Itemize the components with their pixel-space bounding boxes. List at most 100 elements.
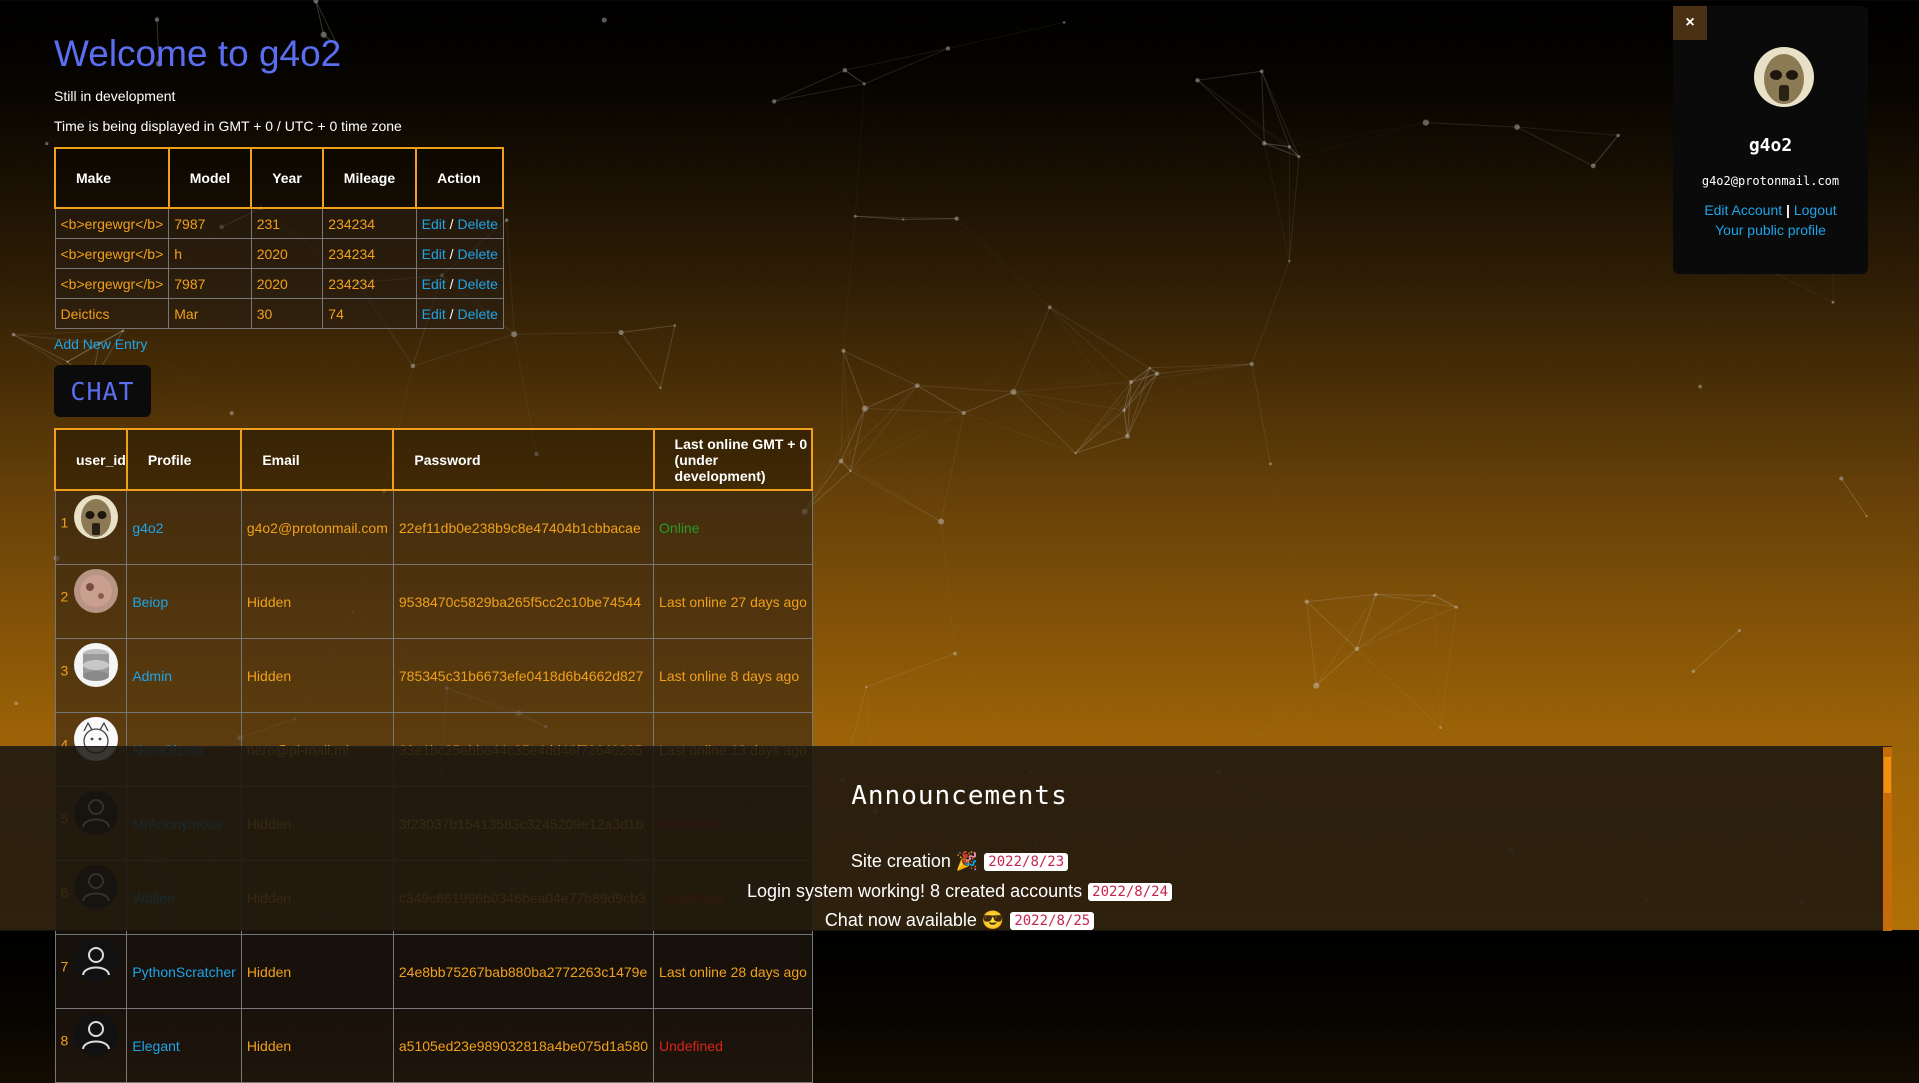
edit-link[interactable]: Edit	[422, 306, 446, 322]
profile-panel-username: g4o2	[1673, 135, 1868, 156]
cell-make: <b>ergewgr</b>	[55, 208, 169, 239]
profile-panel-avatar	[1754, 47, 1814, 107]
cell-make: <b>ergewgr</b>	[55, 269, 169, 299]
col-action: Action	[416, 148, 503, 208]
announcement-date: 2022/8/23	[984, 853, 1068, 871]
profile-links-divider: |	[1786, 202, 1790, 218]
cell-email: Hidden	[241, 1009, 393, 1083]
profile-link[interactable]: PythonScratcher	[132, 964, 236, 980]
announcement-date: 2022/8/24	[1088, 883, 1172, 901]
cell-password: 9538470c5829ba265f5cc2c10be74544	[393, 565, 653, 639]
cell-last-online: Last online 27 days ago	[654, 565, 813, 639]
announcements-panel: Announcements Site creation 🎉2022/8/23 L…	[0, 746, 1892, 931]
profile-panel: g4o2 g4o2@protonmail.com Edit Account | …	[1673, 6, 1868, 274]
page-title: Welcome to g4o2	[54, 33, 341, 75]
cell-profile: Beiop	[127, 565, 242, 639]
blob-avatar-icon	[74, 569, 118, 613]
cell-email: Hidden	[241, 565, 393, 639]
cell-password: 785345c31b6673efe0418d6b4662d827	[393, 639, 653, 713]
dev-notice: Still in development	[54, 88, 175, 104]
cell-user-id: 1	[55, 490, 127, 565]
default-user-icon	[74, 939, 118, 983]
cell-last-online: Last online 8 days ago	[654, 639, 813, 713]
announcement-text: Login system working! 8 created accounts	[747, 881, 1082, 901]
user-id-value: 3	[61, 663, 69, 679]
cell-last-online: Undefined	[654, 1009, 813, 1083]
cell-action: Edit / Delete	[416, 239, 503, 269]
table-row: 2 Beiop Hidden9538470c5829ba265f5cc2c10be7…	[55, 565, 812, 639]
edit-link[interactable]: Edit	[422, 276, 446, 292]
database-avatar-icon	[74, 643, 118, 687]
delete-link[interactable]: Delete	[457, 306, 497, 322]
edit-link[interactable]: Edit	[422, 246, 446, 262]
col-profile: Profile	[127, 429, 242, 490]
action-separator: /	[450, 276, 454, 292]
scrollbar-thumb[interactable]	[1884, 757, 1891, 793]
announcement-item: Chat now available 😎2022/8/25	[0, 910, 1919, 931]
cell-email: Hidden	[241, 935, 393, 1009]
cell-year: 30	[251, 299, 323, 329]
announcement-item: Login system working! 8 created accounts…	[0, 881, 1919, 902]
cell-last-online: Last online 28 days ago	[654, 935, 813, 1009]
profile-panel-links-2: Your public profile	[1673, 222, 1868, 238]
announcement-item: Site creation 🎉 2022/8/23	[0, 851, 1919, 872]
cell-action: Edit / Delete	[416, 208, 503, 239]
col-last-online: Last online GMT + 0 (under development)	[654, 429, 813, 490]
gasmask-avatar-icon	[1754, 47, 1814, 107]
table-row: <b>ergewgr</b> 7987 2020 234234 Edit / D…	[55, 269, 503, 299]
cell-year: 2020	[251, 239, 323, 269]
profile-link[interactable]: Admin	[132, 668, 172, 684]
profile-link[interactable]: Beiop	[132, 594, 168, 610]
announcements-title: Announcements	[0, 781, 1919, 811]
announcement-text: Site creation 🎉	[851, 851, 978, 871]
delete-link[interactable]: Delete	[457, 246, 497, 262]
delete-link[interactable]: Delete	[457, 276, 497, 292]
cell-user-id: 2	[55, 565, 127, 639]
cars-table-header: Make Model Year Mileage Action	[55, 148, 503, 208]
profile-panel-links: Edit Account | Logout	[1673, 202, 1868, 218]
logout-link[interactable]: Logout	[1794, 202, 1837, 218]
cell-password: a5105ed23e989032818a4be075d1a580	[393, 1009, 653, 1083]
gasmask-avatar-icon	[74, 495, 118, 539]
cell-mileage: 234234	[323, 208, 416, 239]
cell-mileage: 74	[323, 299, 416, 329]
delete-link[interactable]: Delete	[457, 216, 497, 232]
table-row: 1g4o2g4o2@protonmail.com22ef11db0e238b9c…	[55, 490, 812, 565]
table-row: 8 Elegant Hiddena5105ed23e989032818a4be075…	[55, 1009, 812, 1083]
cell-model: Mar	[169, 299, 251, 329]
cell-user-id: 8	[55, 1009, 127, 1083]
cell-password: 24e8bb75267bab880ba2772263c1479e	[393, 935, 653, 1009]
action-separator: /	[450, 246, 454, 262]
timezone-notice: Time is being displayed in GMT + 0 / UTC…	[54, 118, 402, 134]
public-profile-link[interactable]: Your public profile	[1715, 222, 1826, 238]
cell-email: Hidden	[241, 639, 393, 713]
edit-link[interactable]: Edit	[422, 216, 446, 232]
cell-email: g4o2@protonmail.com	[241, 490, 393, 565]
cell-user-id: 7	[55, 935, 127, 1009]
col-year: Year	[251, 148, 323, 208]
chat-button[interactable]: CHAT	[54, 365, 151, 417]
cell-model: h	[169, 239, 251, 269]
profile-link[interactable]: Elegant	[132, 1038, 179, 1054]
cell-year: 231	[251, 208, 323, 239]
table-row: 3 Admin Hidden785345c31b6673efe0418d6b4662…	[55, 639, 812, 713]
user-id-value: 7	[61, 959, 69, 975]
col-model: Model	[169, 148, 251, 208]
cars-table: Make Model Year Mileage Action <b>ergewg…	[54, 147, 504, 329]
cell-action: Edit / Delete	[416, 299, 503, 329]
action-separator: /	[450, 216, 454, 232]
cell-last-online: Online	[654, 490, 813, 565]
cell-mileage: 234234	[323, 239, 416, 269]
cell-profile: g4o2	[127, 490, 242, 565]
cell-year: 2020	[251, 269, 323, 299]
close-panel-button[interactable]: ×	[1673, 6, 1707, 40]
announcements-scrollbar[interactable]	[1883, 747, 1892, 931]
table-row: Deictics Mar 30 74 Edit / Delete	[55, 299, 503, 329]
col-password: Password	[393, 429, 653, 490]
cell-user-id: 3	[55, 639, 127, 713]
profile-link[interactable]: g4o2	[132, 520, 163, 536]
edit-account-link[interactable]: Edit Account	[1704, 202, 1782, 218]
col-user-id: user_id	[55, 429, 127, 490]
cell-action: Edit / Delete	[416, 269, 503, 299]
add-new-entry-link[interactable]: Add New Entry	[54, 336, 147, 352]
